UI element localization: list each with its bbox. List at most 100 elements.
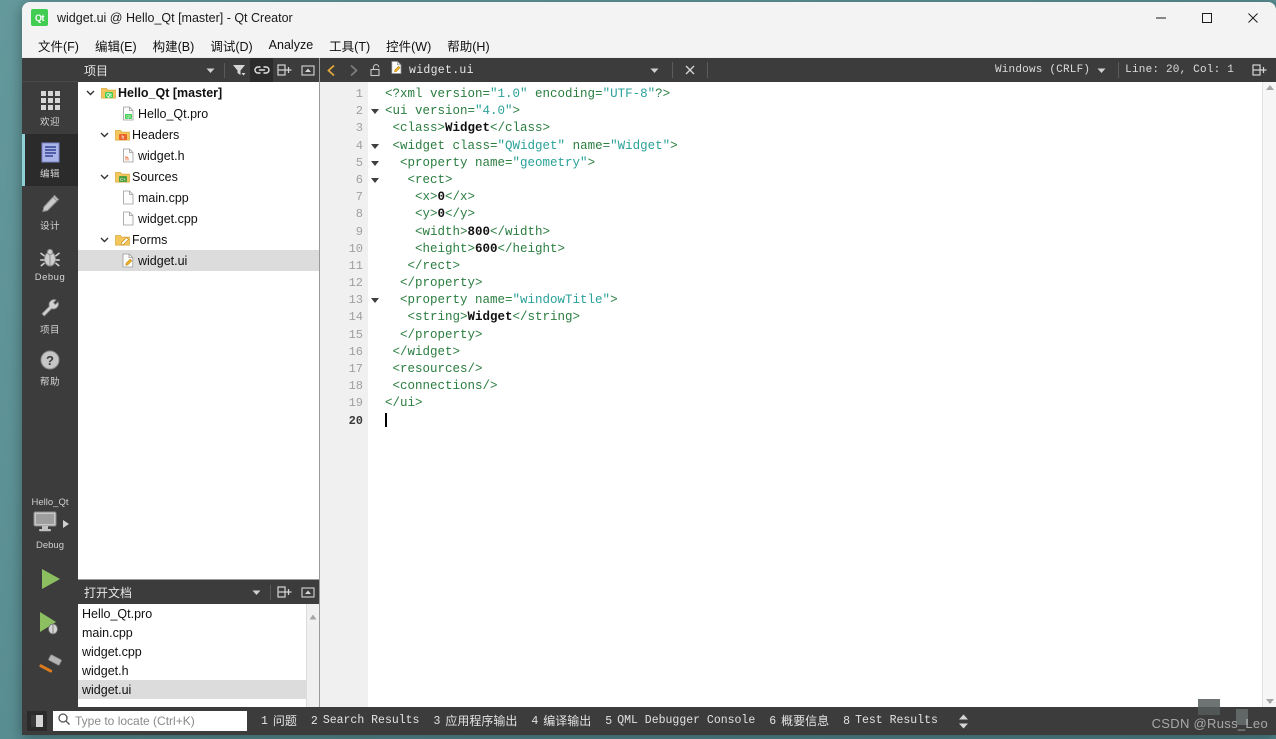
- chevron-down-icon[interactable]: [1090, 58, 1112, 82]
- toggle-sidebar-icon[interactable]: [27, 711, 47, 731]
- mode-help[interactable]: ? 帮助: [22, 342, 78, 394]
- menu-help[interactable]: 帮助(H): [439, 34, 497, 57]
- build-button[interactable]: [22, 647, 78, 691]
- code-line[interactable]: </widget>: [382, 344, 1262, 361]
- up-down-arrows-icon[interactable]: [958, 714, 969, 729]
- code-line[interactable]: </ui>: [382, 395, 1262, 412]
- menu-widgets[interactable]: 控件(W): [378, 34, 439, 57]
- tree-item-project-root[interactable]: Qt Hello_Qt [master]: [78, 82, 319, 103]
- chevron-down-icon[interactable]: [644, 58, 666, 82]
- maximize-button[interactable]: [1184, 2, 1230, 33]
- output-button-issues[interactable]: 1 问题: [261, 712, 297, 730]
- open-documents-scrollbar[interactable]: [306, 604, 319, 707]
- scroll-down-icon[interactable]: [1265, 699, 1274, 704]
- mode-projects[interactable]: 项目: [22, 290, 78, 342]
- minimize-button[interactable]: [1138, 2, 1184, 33]
- close-editor-button[interactable]: [679, 58, 701, 82]
- close-button[interactable]: [1230, 2, 1276, 33]
- menu-file[interactable]: 文件(F): [30, 34, 87, 57]
- cursor-position-label[interactable]: Line: 20, Col: 1: [1125, 64, 1234, 76]
- scroll-up-icon[interactable]: [1265, 85, 1274, 90]
- line-ending-selector[interactable]: Windows (CRLF): [995, 64, 1090, 76]
- scroll-up-icon[interactable]: [309, 607, 317, 625]
- mode-welcome[interactable]: 欢迎: [22, 82, 78, 134]
- search-input[interactable]: Type to locate (Ctrl+K): [53, 711, 247, 731]
- editor-vertical-scrollbar[interactable]: [1262, 82, 1276, 707]
- chevron-down-icon[interactable]: [96, 235, 112, 244]
- link-icon[interactable]: [250, 58, 273, 82]
- code-line[interactable]: <class>Widget</class>: [382, 120, 1262, 137]
- code-line[interactable]: <resources/>: [382, 361, 1262, 378]
- close-panel-icon[interactable]: [296, 58, 319, 82]
- code-line[interactable]: <connections/>: [382, 378, 1262, 395]
- menu-edit[interactable]: 编辑(E): [87, 34, 145, 57]
- code-line[interactable]: </rect>: [382, 258, 1262, 275]
- code-line[interactable]: <ui version="4.0">: [382, 103, 1262, 120]
- unlocked-icon[interactable]: [364, 58, 386, 82]
- menu-tools[interactable]: 工具(T): [321, 34, 378, 57]
- code-line[interactable]: <property name="windowTitle">: [382, 292, 1262, 309]
- output-button-application-output[interactable]: 3 应用程序输出: [433, 712, 517, 730]
- output-button-qml-debugger-console[interactable]: 5 QML Debugger Console: [605, 714, 755, 728]
- project-tree[interactable]: Qt Hello_Qt [master] Qt Hello_Qt.pro h H…: [78, 82, 319, 579]
- code-line[interactable]: <widget class="QWidget" name="Widget">: [382, 138, 1262, 155]
- code-line[interactable]: <y>0</y>: [382, 206, 1262, 223]
- code-line[interactable]: <string>Widget</string>: [382, 309, 1262, 326]
- split-icon[interactable]: [273, 580, 296, 604]
- mode-design[interactable]: 设计: [22, 186, 78, 238]
- output-button-compile-output[interactable]: 4 编译输出: [531, 712, 591, 730]
- menu-debug[interactable]: 调试(D): [202, 34, 260, 57]
- close-panel-icon[interactable]: [296, 580, 319, 604]
- combo-arrow-icon[interactable]: [199, 58, 222, 82]
- tree-item-headers-folder[interactable]: h Headers: [78, 124, 319, 145]
- output-button-general-messages[interactable]: 6 概要信息: [769, 712, 829, 730]
- tree-item-main-cpp[interactable]: main.cpp: [78, 187, 319, 208]
- tree-item-widget-cpp[interactable]: widget.cpp: [78, 208, 319, 229]
- fold-marker-icon[interactable]: [368, 155, 382, 172]
- menu-analyze[interactable]: Analyze: [261, 36, 321, 54]
- code-line[interactable]: <rect>: [382, 172, 1262, 189]
- navigate-back-button[interactable]: [320, 58, 342, 82]
- editor-file-chip[interactable]: widget.ui: [390, 60, 474, 80]
- fold-marker-icon[interactable]: [368, 138, 382, 155]
- code-line[interactable]: <height>600</height>: [382, 241, 1262, 258]
- code-line[interactable]: <width>800</width>: [382, 224, 1262, 241]
- chevron-down-icon[interactable]: [82, 88, 98, 97]
- fold-marker-icon[interactable]: [368, 172, 382, 189]
- open-doc-item[interactable]: main.cpp: [78, 623, 306, 642]
- fold-marker-icon[interactable]: [368, 292, 382, 309]
- open-doc-item[interactable]: widget.h: [78, 661, 306, 680]
- code-folding-column[interactable]: [368, 82, 382, 707]
- menu-build[interactable]: 构建(B): [145, 34, 203, 57]
- tree-item-sources-folder[interactable]: C+ Sources: [78, 166, 319, 187]
- code-line[interactable]: <?xml version="1.0" encoding="UTF-8"?>: [382, 86, 1262, 103]
- open-documents-list[interactable]: Hello_Qt.pro main.cpp widget.cpp widget.…: [78, 604, 319, 707]
- chevron-down-icon[interactable]: [96, 130, 112, 139]
- open-doc-item-selected[interactable]: widget.ui: [78, 680, 306, 699]
- code-text-area[interactable]: <?xml version="1.0" encoding="UTF-8"?> <u…: [382, 82, 1262, 707]
- start-debugging-button[interactable]: [22, 603, 78, 647]
- tree-item-widget-h[interactable]: h widget.h: [78, 145, 319, 166]
- filter-icon[interactable]: [227, 58, 250, 82]
- code-line[interactable]: <x>0</x>: [382, 189, 1262, 206]
- output-button-search-results[interactable]: 2 Search Results: [311, 714, 420, 728]
- fold-marker-icon[interactable]: [368, 103, 382, 120]
- combo-arrow-icon[interactable]: [245, 580, 268, 604]
- kit-selector[interactable]: [22, 509, 78, 540]
- navigate-forward-button[interactable]: [342, 58, 364, 82]
- run-button[interactable]: [22, 559, 78, 603]
- output-button-test-results[interactable]: 8 Test Results: [843, 714, 938, 728]
- tree-item-widget-ui[interactable]: widget.ui: [78, 250, 319, 271]
- tree-item-forms-folder[interactable]: Forms: [78, 229, 319, 250]
- mode-debug[interactable]: Debug: [22, 238, 78, 290]
- open-doc-item[interactable]: widget.cpp: [78, 642, 306, 661]
- tree-item-pro-file[interactable]: Qt Hello_Qt.pro: [78, 103, 319, 124]
- code-line[interactable]: </property>: [382, 275, 1262, 292]
- mode-edit[interactable]: 编辑: [22, 134, 78, 186]
- open-doc-item[interactable]: Hello_Qt.pro: [78, 604, 306, 623]
- code-line[interactable]: <property name="geometry">: [382, 155, 1262, 172]
- split-editor-icon[interactable]: [1248, 58, 1270, 82]
- code-line[interactable]: </property>: [382, 327, 1262, 344]
- split-icon[interactable]: [273, 58, 296, 82]
- code-line[interactable]: [382, 412, 1262, 430]
